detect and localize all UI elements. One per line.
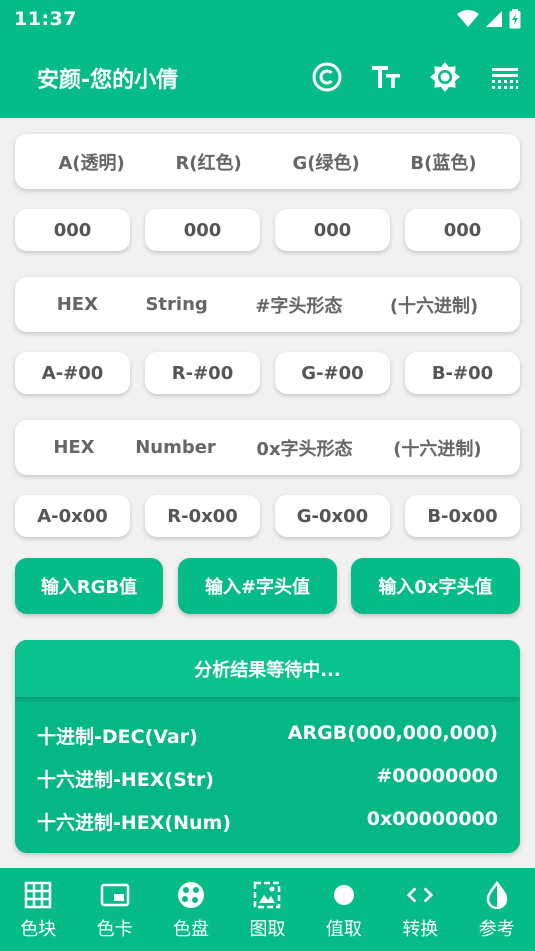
nav-item-image-pick[interactable]: 图取	[229, 868, 305, 951]
hex-number-g-value: G-0x00	[275, 495, 390, 537]
grid-icon	[24, 881, 52, 909]
nav-item-blocks[interactable]: 色块	[0, 868, 76, 951]
nav-label: 色盘	[173, 919, 210, 940]
hex-number-a-value: A-0x00	[15, 495, 130, 537]
result-label: 十六进制-HEX(Str)	[37, 769, 214, 791]
result-title: 分析结果等待中...	[15, 640, 520, 697]
hex-string-g-value: G-#00	[275, 352, 390, 394]
hex-string-r-value: R-#00	[145, 352, 260, 394]
hex-number-base: (十六进制)	[393, 438, 482, 460]
decimal-g-value: 000	[275, 209, 390, 251]
header-b: B(蓝色)	[410, 152, 477, 174]
hex-number-prefix: 0x字头形态	[256, 438, 353, 460]
hex-number-type: Number	[135, 437, 216, 458]
text-size-icon[interactable]	[369, 60, 403, 94]
brightness-icon[interactable]	[428, 60, 462, 94]
input-hash-button[interactable]: 输入#字头值	[178, 558, 337, 614]
hex-number-label: HEX	[53, 437, 95, 458]
palette-icon	[178, 882, 205, 908]
wifi-icon	[457, 10, 479, 27]
nav-label: 图取	[249, 919, 286, 940]
nav-item-reference[interactable]: 参考	[459, 868, 535, 951]
hex-string-a-value: A-#00	[15, 352, 130, 394]
image-picker-icon	[254, 881, 281, 909]
battery-icon	[509, 9, 521, 29]
status-time: 11:37	[14, 8, 77, 30]
status-icons	[457, 9, 521, 29]
input-rgb-button[interactable]: 输入RGB值	[15, 558, 163, 614]
signal-icon	[486, 11, 502, 27]
nav-item-convert[interactable]: 转换	[382, 868, 458, 951]
nav-item-cards[interactable]: 色卡	[76, 868, 152, 951]
copyright-icon[interactable]	[310, 60, 344, 94]
result-label: 十进制-DEC(Var)	[37, 726, 198, 748]
nav-label: 色卡	[96, 919, 133, 940]
code-arrows-icon	[407, 887, 434, 903]
hex-number-header-card: HEX Number 0x字头形态 (十六进制)	[15, 420, 520, 475]
app-title: 安颜-您的小倩	[37, 68, 179, 93]
nav-label: 值取	[325, 919, 362, 940]
bottom-nav: 色块 色卡 色盘 图取 值取 转换 参考	[0, 868, 535, 951]
result-value[interactable]: ARGB(000,000,000)	[288, 722, 498, 749]
result-row-hex-str: 十六进制-HEX(Str) #00000000	[37, 765, 498, 792]
nav-label: 参考	[478, 919, 515, 940]
decimal-header-card: A(透明) R(红色) G(绿色) B(蓝色)	[15, 134, 520, 189]
hex-string-type: String	[145, 294, 208, 315]
result-value[interactable]: #00000000	[376, 765, 498, 792]
status-bar: 11:37	[0, 0, 535, 38]
nav-label: 色块	[20, 919, 57, 940]
hex-string-b-value: B-#00	[405, 352, 520, 394]
dot-icon	[333, 885, 354, 905]
header-r: R(红色)	[175, 152, 242, 174]
hex-number-b-value: B-0x00	[405, 495, 520, 537]
decimal-a-value: 000	[15, 209, 130, 251]
hex-string-header-card: HEX String #字头形态 (十六进制)	[15, 277, 520, 332]
result-label: 十六进制-HEX(Num)	[37, 812, 232, 834]
decimal-r-value: 000	[145, 209, 260, 251]
contrast-icon	[486, 881, 507, 909]
result-row-dec: 十进制-DEC(Var) ARGB(000,000,000)	[37, 722, 498, 749]
hex-string-label: HEX	[56, 294, 98, 315]
result-value[interactable]: 0x00000000	[367, 808, 498, 835]
result-card: 分析结果等待中... 十进制-DEC(Var) ARGB(000,000,000…	[15, 640, 520, 853]
result-row-hex-num: 十六进制-HEX(Num) 0x00000000	[37, 808, 498, 835]
app-bar: 安颜-您的小倩	[0, 50, 535, 106]
card-icon	[100, 883, 129, 907]
hex-string-base: (十六进制)	[389, 295, 479, 317]
header: 11:37 安颜-您的小倩	[0, 0, 535, 118]
nav-label: 转换	[402, 919, 439, 940]
hex-string-prefix: #字头形态	[255, 295, 343, 317]
nav-item-palette[interactable]: 色盘	[153, 868, 229, 951]
header-g: G(绿色)	[292, 152, 360, 174]
menu-lines-icon[interactable]	[488, 60, 522, 94]
header-a: A(透明)	[58, 152, 125, 174]
nav-item-value-pick[interactable]: 值取	[306, 868, 382, 951]
hex-number-r-value: R-0x00	[145, 495, 260, 537]
input-0x-button[interactable]: 输入0x字头值	[351, 558, 520, 614]
decimal-b-value: 000	[405, 209, 520, 251]
